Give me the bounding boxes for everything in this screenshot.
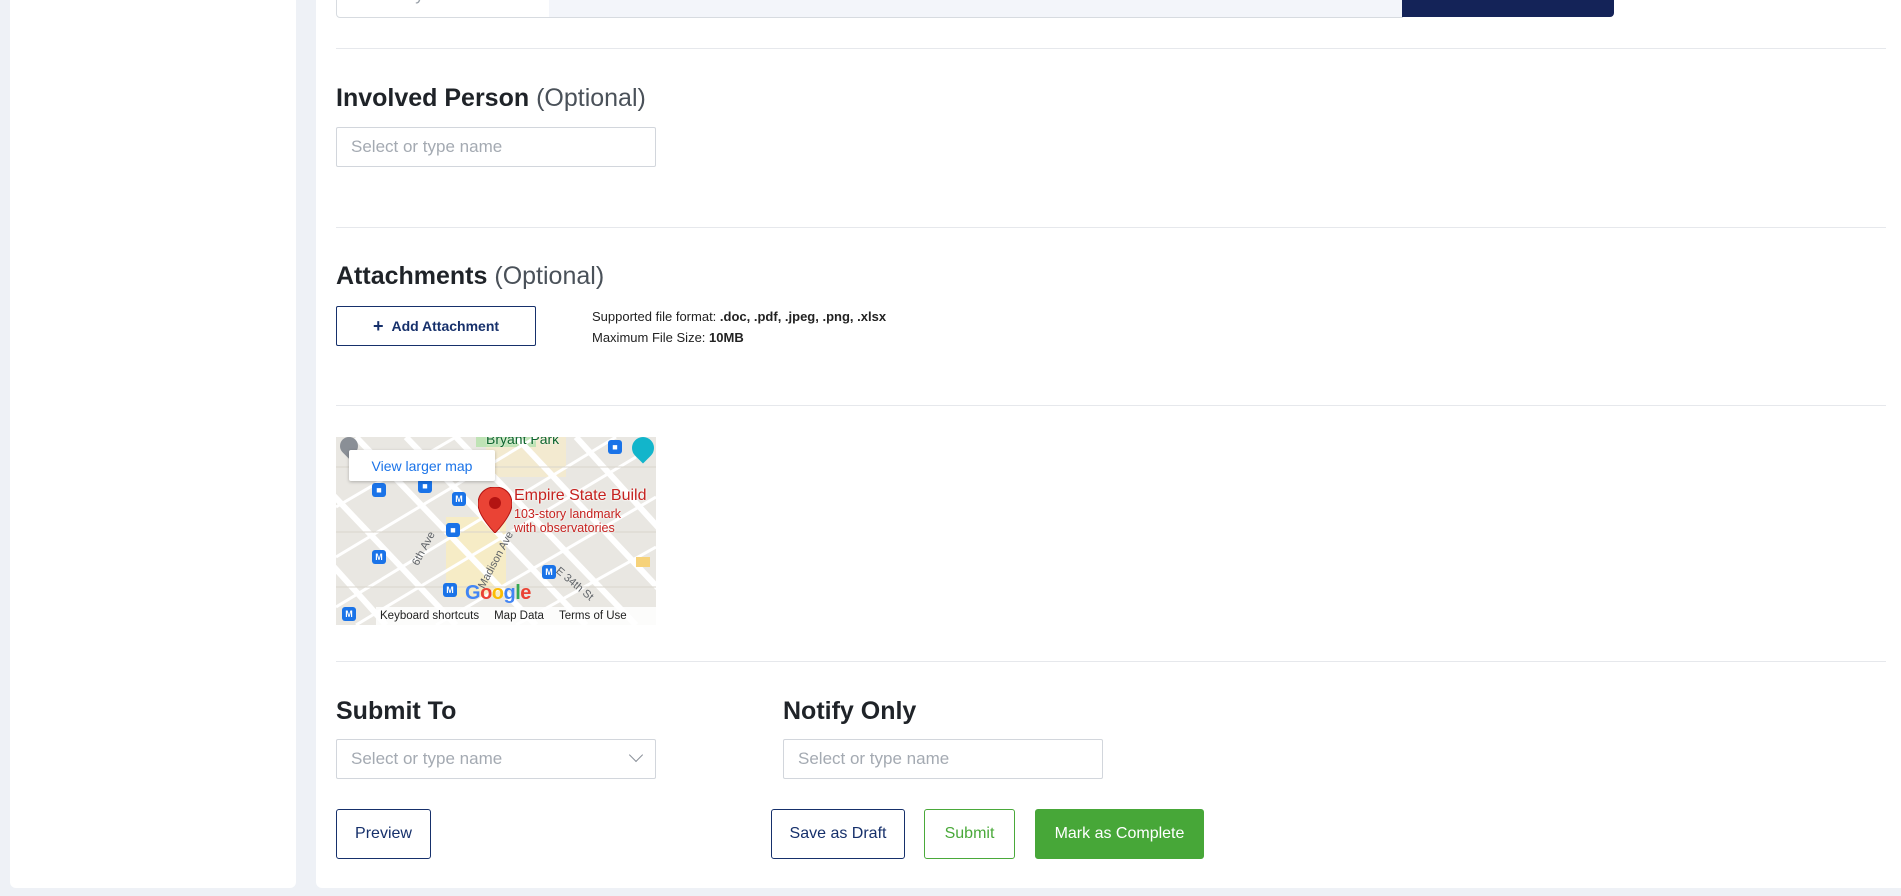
submit-to-placeholder: Select or type name — [351, 749, 503, 768]
place-subtitle: with observatories — [514, 521, 615, 535]
divider — [336, 405, 1886, 406]
place-title[interactable]: Empire State Build — [514, 487, 647, 505]
notify-only-input[interactable]: Select or type name — [783, 739, 1103, 779]
notify-only-placeholder: Select or type name — [798, 749, 950, 768]
optional-label: (Optional) — [536, 84, 646, 112]
add-action-button[interactable]: Add Action — [1402, 0, 1614, 17]
metro-icon[interactable]: ■ — [372, 483, 386, 497]
preview-button[interactable]: Preview — [336, 809, 431, 859]
google-logo: Google — [465, 582, 531, 604]
attachments-heading: Attachments (Optional) — [336, 262, 604, 291]
chevron-down-icon — [628, 747, 644, 763]
plus-icon: + — [372, 316, 384, 336]
submit-to-title: Submit To — [336, 697, 457, 725]
format-label: Supported file format: — [592, 309, 717, 324]
keyboard-shortcuts-link[interactable]: Keyboard shortcuts — [380, 610, 479, 622]
place-subtitle: 103-story landmark — [514, 507, 621, 521]
metro-icon[interactable]: ■ — [418, 479, 432, 493]
main-form-panel: Hierarchy Add custom action/recommendati… — [316, 0, 1901, 888]
notify-only-title: Notify Only — [783, 697, 917, 725]
hierarchy-select[interactable]: Hierarchy — [336, 0, 550, 18]
involved-person-title: Involved Person — [336, 84, 530, 112]
location-pin-icon[interactable] — [478, 487, 512, 533]
add-attachment-button[interactable]: + Add Attachment — [336, 306, 536, 346]
custom-action-input[interactable]: Add custom action/recommendations here — [549, 0, 1403, 18]
metro-icon[interactable]: M — [452, 492, 466, 506]
sidebar — [10, 0, 296, 888]
map-data-link[interactable]: Map Data — [494, 610, 544, 622]
metro-icon[interactable]: M — [342, 607, 356, 621]
rail-icon[interactable]: ■ — [608, 440, 622, 454]
add-attachment-label: Add Attachment — [391, 318, 500, 334]
supported-format-text: Supported file format: .doc, .pdf, .jpeg… — [592, 309, 886, 324]
embedded-map[interactable]: ■ ■ M ■ M M M M ■ Bryant Park 6th Ave Ma… — [336, 437, 656, 625]
optional-label: (Optional) — [494, 262, 605, 290]
metro-icon[interactable]: M — [443, 583, 457, 597]
map-footer: Keyboard shortcuts Map Data Terms of Use — [376, 607, 656, 625]
size-label: Maximum File Size: — [592, 330, 706, 345]
attachments-title: Attachments — [336, 262, 488, 290]
involved-person-placeholder: Select or type name — [351, 137, 503, 156]
format-list: .doc, .pdf, .jpeg, .png, .xlsx — [719, 309, 887, 324]
max-size-value: 10MB — [709, 330, 744, 345]
view-larger-map-link[interactable]: View larger map — [349, 450, 495, 481]
submit-button[interactable]: Submit — [924, 809, 1015, 859]
park-label: Bryant Park — [486, 437, 560, 447]
involved-person-heading: Involved Person (Optional) — [336, 84, 646, 113]
divider — [336, 48, 1886, 49]
divider — [336, 661, 1886, 662]
terms-of-use-link[interactable]: Terms of Use — [559, 610, 627, 622]
submit-to-select[interactable]: Select or type name — [336, 739, 656, 779]
metro-icon[interactable]: ■ — [446, 523, 460, 537]
mark-as-complete-button[interactable]: Mark as Complete — [1035, 809, 1204, 859]
save-as-draft-button[interactable]: Save as Draft — [771, 809, 905, 859]
divider — [336, 227, 1886, 228]
involved-person-input[interactable]: Select or type name — [336, 127, 656, 167]
metro-icon[interactable]: M — [372, 550, 386, 564]
max-size-text: Maximum File Size: 10MB — [592, 330, 744, 345]
